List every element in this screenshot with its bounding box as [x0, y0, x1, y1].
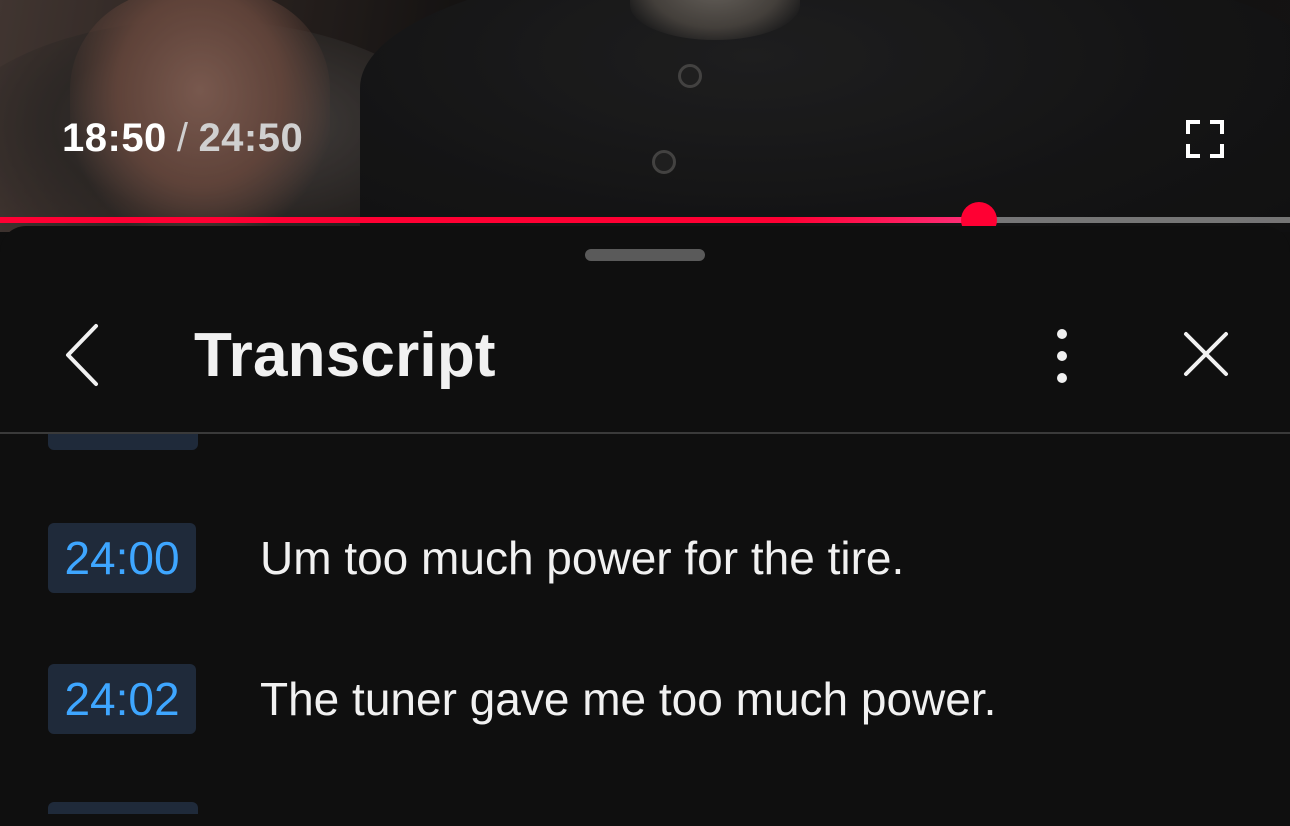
segment-text: Um too much power for the tire.	[260, 532, 905, 584]
transcript-segment[interactable]: 24:02 The tuner gave me too much power.	[0, 663, 1290, 735]
timestamp-chip[interactable]	[48, 802, 198, 814]
video-player[interactable]: 18:50 / 24:50	[0, 0, 1290, 232]
time-separator: /	[176, 116, 189, 160]
chevron-left-icon	[66, 324, 98, 386]
transcript-header: Transcript	[0, 284, 1290, 432]
progress-bar[interactable]	[0, 202, 1290, 238]
transcript-list[interactable]: 24:00 Um too much power for the tire. 24…	[0, 434, 1290, 814]
more-vertical-icon	[1057, 329, 1067, 383]
total-duration: 24:50	[198, 116, 304, 160]
fullscreen-icon	[1186, 120, 1224, 158]
drag-handle[interactable]	[585, 249, 705, 261]
fullscreen-button[interactable]	[1186, 120, 1224, 158]
transcript-panel: Transcript 24:00 Um too much power for t…	[0, 226, 1290, 826]
back-button[interactable]	[52, 322, 112, 388]
timestamp-chip[interactable]: 24:00	[48, 523, 196, 593]
transcript-segment[interactable]: 24:00 Um too much power for the tire.	[0, 522, 1290, 594]
current-time: 18:50	[62, 116, 167, 160]
timestamp-chip[interactable]: 24:02	[48, 664, 196, 734]
time-display: 18:50 / 24:50	[62, 116, 303, 161]
segment-text: The tuner gave me too much power.	[260, 673, 997, 725]
progress-played	[0, 217, 979, 223]
close-icon	[1184, 332, 1228, 376]
more-options-button[interactable]	[1042, 328, 1082, 384]
close-button[interactable]	[1176, 328, 1236, 384]
panel-title: Transcript	[194, 321, 496, 390]
timestamp-chip[interactable]	[48, 434, 198, 450]
